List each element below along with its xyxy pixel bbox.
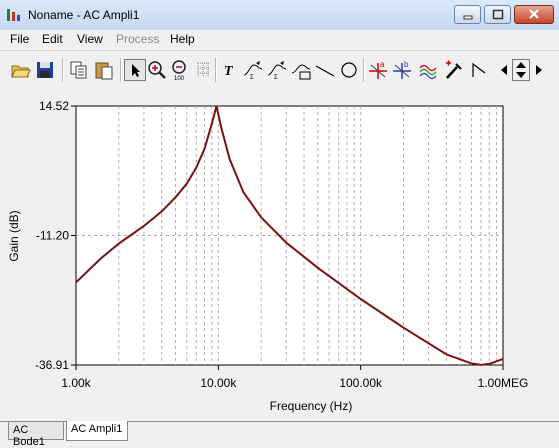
svg-text:b: b xyxy=(404,60,409,69)
bode-chart[interactable]: 1.00k 10.00k 100.00k 1.00MEG 14.52 -11.20 -36.… xyxy=(0,89,559,420)
curve-tool-c-icon xyxy=(291,64,311,80)
plot-area: 1.00k 10.00k 100.00k 1.00MEG 14.52 -11.20 -36.… xyxy=(0,89,559,420)
cursor-a-icon: a xyxy=(369,60,387,79)
line-tool-icon xyxy=(315,65,335,77)
document-tabs: AC Bode1 AC Ampli1 xyxy=(0,420,559,448)
menu-bar: File Edit View Process Help xyxy=(0,30,559,49)
svg-text:Σ: Σ xyxy=(274,75,278,81)
menu-edit[interactable]: Edit xyxy=(42,32,63,46)
text-tool-icon: T xyxy=(224,64,234,79)
curve-tool-b-icon: Σ xyxy=(267,61,287,81)
curve-tool-c-button[interactable] xyxy=(290,59,312,81)
scroll-left-button[interactable] xyxy=(497,59,511,81)
y-axis-label: Gain (dB) xyxy=(7,210,21,261)
curve-tool-a-button[interactable]: Σ xyxy=(242,59,264,81)
menu-help[interactable]: Help xyxy=(170,32,195,46)
curve-tool-b-button[interactable]: Σ xyxy=(266,59,288,81)
minimize-button[interactable] xyxy=(454,5,481,24)
scroll-right-button[interactable] xyxy=(532,59,546,81)
save-button[interactable] xyxy=(34,59,56,81)
x-axis-label: Frequency (Hz) xyxy=(270,399,353,413)
x-tick-label: 10.00k xyxy=(200,376,237,390)
svg-text:100: 100 xyxy=(174,76,185,81)
circle-tool-icon xyxy=(341,62,357,78)
app-icon xyxy=(7,9,20,21)
tab-ac-ampli1[interactable]: AC Ampli1 xyxy=(66,421,128,441)
svg-text:T: T xyxy=(224,64,234,79)
separator xyxy=(215,58,217,82)
probe-icon xyxy=(446,60,462,79)
separator xyxy=(363,58,365,82)
zoom-in-button[interactable] xyxy=(146,59,168,81)
svg-text:Σ: Σ xyxy=(250,75,254,81)
circle-tool-button[interactable] xyxy=(338,59,360,81)
cursor-a-button[interactable]: a xyxy=(367,59,389,81)
arrow-pointer-icon xyxy=(132,64,140,77)
toolbar: 100 T Σ Σ a b xyxy=(0,50,559,90)
x-tick-label: 1.00MEG xyxy=(478,376,529,390)
save-icon xyxy=(37,62,53,78)
pointer-tool-button[interactable] xyxy=(124,59,146,81)
window-title: Noname - AC Ampli1 xyxy=(28,8,140,22)
scroll-right-icon xyxy=(536,65,542,75)
menu-file[interactable]: File xyxy=(10,32,29,46)
step-icon xyxy=(472,62,486,77)
y-tick-label: 14.52 xyxy=(39,99,69,113)
maximize-icon xyxy=(492,9,503,20)
cursor-b-button[interactable]: b xyxy=(391,59,413,81)
menu-process[interactable]: Process xyxy=(116,32,159,46)
x-tick-label: 1.00k xyxy=(61,376,91,390)
curve-tool-a-icon: Σ xyxy=(243,61,263,81)
paste-icon xyxy=(95,62,113,80)
title-bar: Noname - AC Ampli1 xyxy=(0,0,559,31)
separator xyxy=(62,58,64,82)
scroll-left-icon xyxy=(501,65,507,75)
grid-button[interactable] xyxy=(194,59,216,81)
copy-button[interactable] xyxy=(68,59,90,81)
maximize-button[interactable] xyxy=(484,5,511,24)
wave-button[interactable] xyxy=(418,59,440,81)
cursor-b-icon: b xyxy=(393,60,411,79)
paste-button[interactable] xyxy=(93,59,115,81)
scroll-up-down-button[interactable] xyxy=(512,59,530,81)
y-tick-label: -11.20 xyxy=(36,229,69,243)
probe-button[interactable] xyxy=(443,59,465,81)
text-tool-button[interactable]: T xyxy=(219,59,241,81)
menu-view[interactable]: View xyxy=(77,32,103,46)
x-tick-label: 100.00k xyxy=(339,376,383,390)
minimize-icon xyxy=(463,15,472,20)
open-button[interactable] xyxy=(9,59,31,81)
scroll-up-down-icon xyxy=(516,62,526,78)
step-button[interactable] xyxy=(468,59,490,81)
grid-icon xyxy=(197,62,210,77)
zoom-100-icon: 100 xyxy=(172,60,186,81)
y-tick-label: -36.91 xyxy=(35,358,69,372)
svg-text:a: a xyxy=(380,60,385,69)
copy-icon xyxy=(70,61,87,79)
open-folder-icon xyxy=(11,65,31,78)
separator xyxy=(120,58,122,82)
line-tool-button[interactable] xyxy=(314,59,336,81)
wave-icon xyxy=(419,64,437,80)
zoom-100-button[interactable]: 100 xyxy=(170,59,192,81)
close-icon xyxy=(529,9,539,19)
close-button[interactable] xyxy=(514,5,554,24)
zoom-in-icon xyxy=(148,61,166,79)
tab-ac-bode1[interactable]: AC Bode1 xyxy=(8,422,64,448)
